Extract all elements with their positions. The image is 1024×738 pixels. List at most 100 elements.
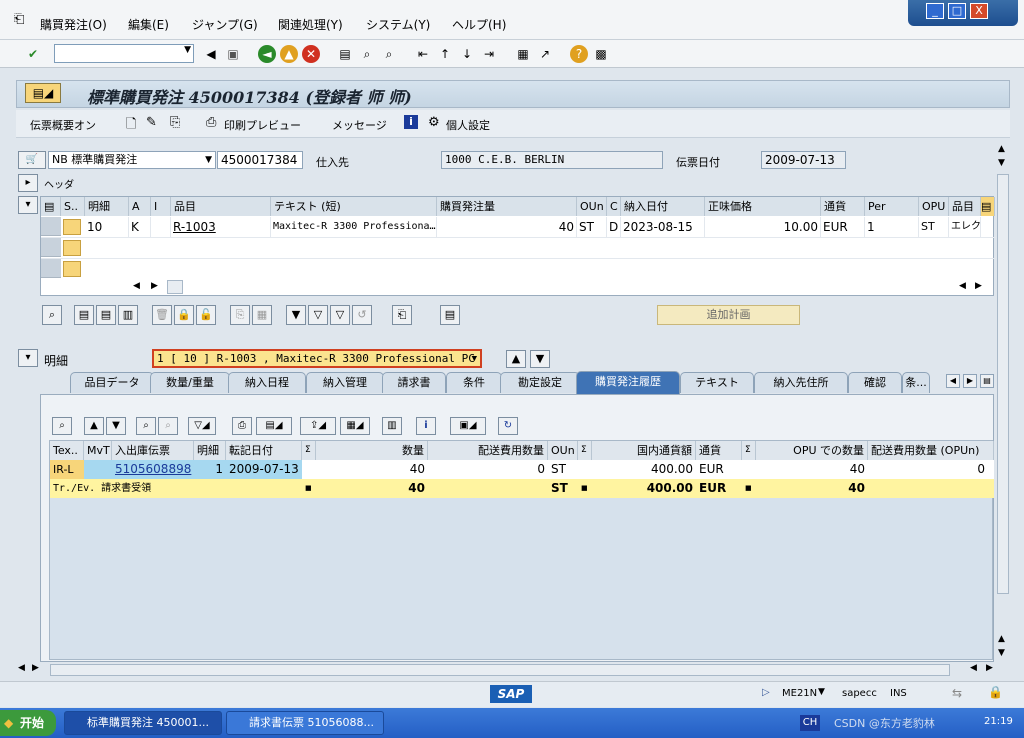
info-icon[interactable]: i [404,115,418,129]
total-row[interactable]: Tr./Ev. 請求書受領 ■ 40 ST ■ 400.00 EUR ■ 40 [50,479,994,498]
tab-delivery-control[interactable]: 納入管理 [306,372,384,393]
default-values-icon[interactable]: ⎗ [392,305,412,325]
graphic-icon[interactable]: ▥ [382,417,402,435]
cell-local-amount[interactable]: 400.00 [592,460,696,479]
cell-material-document-link[interactable]: 5105608898 [112,460,194,479]
scroll-right-icon[interactable]: ▶ [151,281,158,291]
tab-account-assignment[interactable]: 勘定設定 [500,372,580,393]
column-header-quantity[interactable]: 数量 [316,441,428,460]
scroll-down-icon[interactable]: ▼ [998,648,1005,658]
copy-item-icon[interactable]: ▤ [74,305,94,325]
menu-purchase-order[interactable]: 購買発注(O) [40,16,107,33]
cart-icon[interactable]: 🛒 [18,151,46,169]
scroll-right-icon[interactable]: ▶ [975,281,982,291]
item-overview-collapse-icon[interactable]: ▾ [18,196,38,214]
print-icon[interactable]: ⎙ [232,417,252,435]
item-detail-select[interactable]: 1 [ 10 ] R-1003 , Maxitec-R 3300 Profess… [152,349,482,368]
previous-page-icon[interactable]: ↑ [436,45,454,63]
column-header-material-group[interactable]: 品目 [949,197,981,216]
cell-delivery-date[interactable]: 2023-08-15 [621,217,705,237]
sort-icon[interactable]: ▼ [286,305,306,325]
horizontal-scrollbar[interactable]: ◀ ▶ ◀ ▶ [129,279,989,295]
cell-per[interactable]: 1 [865,217,919,237]
chevron-down-icon[interactable]: ▼ [472,352,477,367]
tab-texts[interactable]: テキスト [680,372,754,393]
scroll-left-icon[interactable]: ◀ [959,281,966,291]
item-details-icon[interactable]: ⌕ [42,305,62,325]
chevron-down-icon[interactable]: ▼ [184,45,191,55]
cell-account-category[interactable]: K [129,217,151,237]
tab-scroll-right-icon[interactable]: ▶ [963,374,977,388]
tab-list-icon[interactable]: ▤ [980,374,994,388]
column-header-order-unit[interactable]: OUn [577,197,607,216]
cell-material-group[interactable]: エレク [949,217,981,237]
additional-planning-button[interactable]: 追加計画 [657,305,800,325]
column-header-delivery-cost-opun[interactable]: 配送費用数量 (OPUn) [868,441,994,460]
change-icon[interactable]: ✎ [146,115,157,130]
personal-settings-icon[interactable]: ⚙ [428,115,440,130]
column-header-movement-type[interactable]: MvT [84,441,112,460]
scroll-left-icon[interactable]: ◀ [18,663,25,673]
scroll-down-icon[interactable]: ▼ [998,158,1005,168]
sap-menu-icon[interactable]: ⎗ [14,12,24,27]
next-page-icon[interactable]: ↓ [458,45,476,63]
find-icon[interactable]: ⌕ [136,417,156,435]
column-header-po-quantity[interactable]: 購買発注量 [437,197,577,216]
first-page-icon[interactable]: ⇤ [414,45,432,63]
filter-icon[interactable]: ▽ [308,305,328,325]
cell-order-unit[interactable]: ST [577,217,607,237]
grid-select-all-icon[interactable]: ▤ [41,197,61,216]
cell-short-text[interactable]: Maxitec-R 3300 Professiona… [271,217,437,237]
tab-confirmations[interactable]: 確認 [848,372,902,393]
previous-item-icon[interactable]: ▲ [506,350,526,368]
cell-currency[interactable]: EUR [696,460,742,479]
column-header-delivery-date[interactable]: 納入日付 [621,197,705,216]
restore-button[interactable]: □ [948,3,966,19]
column-header-net-price[interactable]: 正味価格 [705,197,821,216]
print-icon[interactable]: ▤ [336,45,354,63]
print-preview-button[interactable]: 印刷プレビュー [224,117,301,133]
tab-scroll-left-icon[interactable]: ◀ [946,374,960,388]
column-header-date-category[interactable]: C [607,197,621,216]
enter-icon[interactable]: ✔ [24,45,42,63]
column-header-currency[interactable]: 通貨 [821,197,865,216]
menu-environment[interactable]: 関連処理(Y) [278,16,343,33]
vendor-field[interactable]: 1000 C.E.B. BERLIN [441,151,663,169]
sort-ascending-icon[interactable]: ▲ [84,417,104,435]
column-header-per[interactable]: Per [865,197,919,216]
scroll-thumb[interactable] [167,280,183,294]
tab-material-data[interactable]: 品目データ [70,372,154,393]
new-document-icon[interactable]: 🗋 [126,115,136,137]
cell-item[interactable]: 1 [194,460,226,479]
cell-currency[interactable]: EUR [821,217,865,237]
cell-item-category[interactable] [151,217,171,237]
filter-settings-icon[interactable]: ▽ [330,305,350,325]
lock-icon[interactable]: 🔒 [174,305,194,325]
column-header-account-category[interactable]: A [129,197,151,216]
variant-icon[interactable]: ▣◢ [450,417,486,435]
cell-net-price[interactable]: 10.00 [705,217,821,237]
document-type-select[interactable]: NB 標準購買発注 ▼ [48,151,216,169]
views-icon[interactable]: ▤◢ [256,417,292,435]
document-icon[interactable]: ▤◢ [25,83,61,103]
status-expand-icon[interactable]: ▷ [762,687,770,698]
scroll-up-icon[interactable]: ▲ [998,634,1005,644]
cell-material-link[interactable]: R-1003 [171,217,271,237]
tab-purchase-order-history[interactable]: 購買発注履歴 [576,371,680,394]
column-header-material-document[interactable]: 入出庫伝票 [112,441,194,460]
cell-delivery-cost-quantity[interactable]: 0 [428,460,548,479]
scroll-left-icon[interactable]: ◀ [970,663,977,673]
cell-opu-quantity[interactable]: 40 [756,460,868,479]
tab-invoice[interactable]: 請求書 [382,372,446,393]
row-selector[interactable] [41,217,61,236]
command-field[interactable]: ▼ [54,44,194,63]
scroll-left-icon[interactable]: ◀ [133,281,140,291]
tab-delivery-address[interactable]: 納入先住所 [754,372,848,393]
document-date-field[interactable]: 2009-07-13 [761,151,846,169]
menu-jump[interactable]: ジャンプ(G) [192,16,258,33]
column-header-item[interactable]: 明細 [194,441,226,460]
row-selector[interactable] [41,259,61,278]
column-header-opu-quantity[interactable]: OPU での数量 [756,441,868,460]
scroll-right-icon[interactable]: ▶ [32,663,39,673]
personal-settings-button[interactable]: 個人設定 [446,117,490,133]
